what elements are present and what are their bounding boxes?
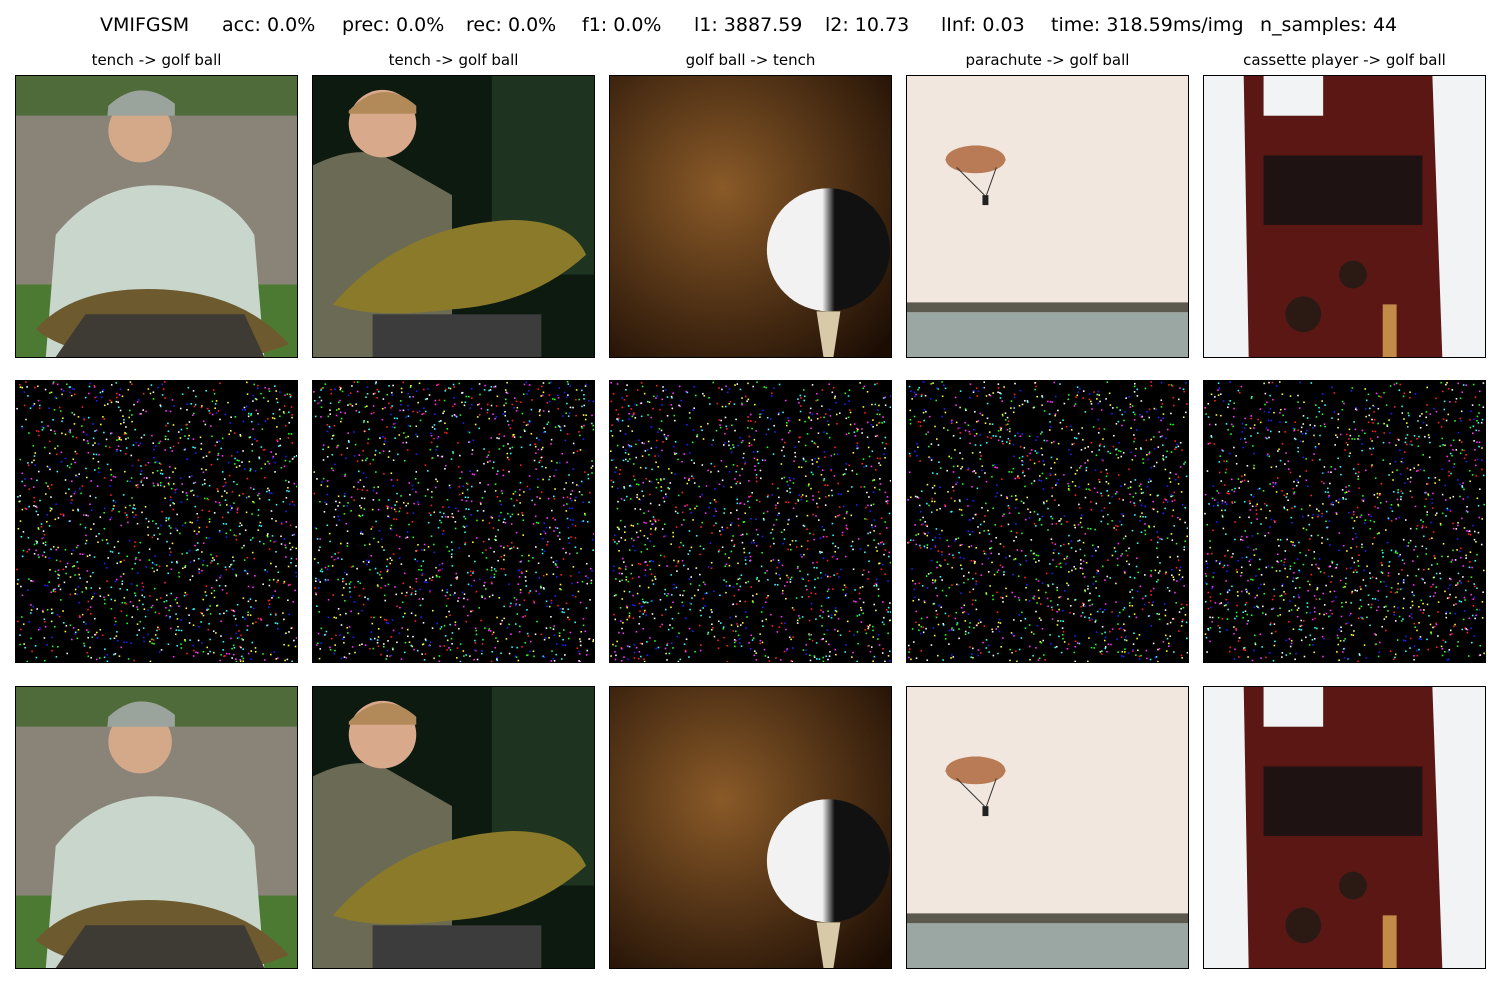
acc-metric: acc: 0.0% xyxy=(222,14,316,36)
perturbation-map-golf-ball xyxy=(609,380,892,663)
perturbation-map-tench-2 xyxy=(312,380,595,663)
time-metric: time: 318.59ms/img xyxy=(1051,14,1244,36)
linf-metric: lInf: 0.03 xyxy=(941,14,1025,36)
metrics-header: VMIFGSM acc: 0.0% prec: 0.0% rec: 0.0% f… xyxy=(0,14,1500,44)
prec-metric: prec: 0.0% xyxy=(342,14,445,36)
adversarial-image-golf-ball xyxy=(609,686,892,969)
rec-metric: rec: 0.0% xyxy=(466,14,557,36)
original-image-tench-1 xyxy=(15,75,298,358)
column-title: cassette player -> golf ball xyxy=(1243,51,1446,69)
adversarial-image-tench-2 xyxy=(312,686,595,969)
f1-metric: f1: 0.0% xyxy=(582,14,662,36)
original-image-golf-ball xyxy=(609,75,892,358)
adversarial-image-parachute xyxy=(906,686,1189,969)
l1-metric: l1: 3887.59 xyxy=(694,14,803,36)
column-title: golf ball -> tench xyxy=(685,51,816,69)
perturbation-map-tench-1 xyxy=(15,380,298,663)
column-title: parachute -> golf ball xyxy=(965,51,1130,69)
original-image-tench-2 xyxy=(312,75,595,358)
adversarial-image-cassette-player xyxy=(1203,686,1486,969)
adversarial-image-tench-1 xyxy=(15,686,298,969)
perturbation-map-cassette-player xyxy=(1203,380,1486,663)
n-samples-metric: n_samples: 44 xyxy=(1260,14,1398,36)
original-image-parachute xyxy=(906,75,1189,358)
column-title: tench -> golf ball xyxy=(388,51,519,69)
column-title: tench -> golf ball xyxy=(91,51,222,69)
original-image-cassette-player xyxy=(1203,75,1486,358)
l2-metric: l2: 10.73 xyxy=(825,14,910,36)
perturbation-map-parachute xyxy=(906,380,1189,663)
method-label: VMIFGSM xyxy=(100,14,190,36)
